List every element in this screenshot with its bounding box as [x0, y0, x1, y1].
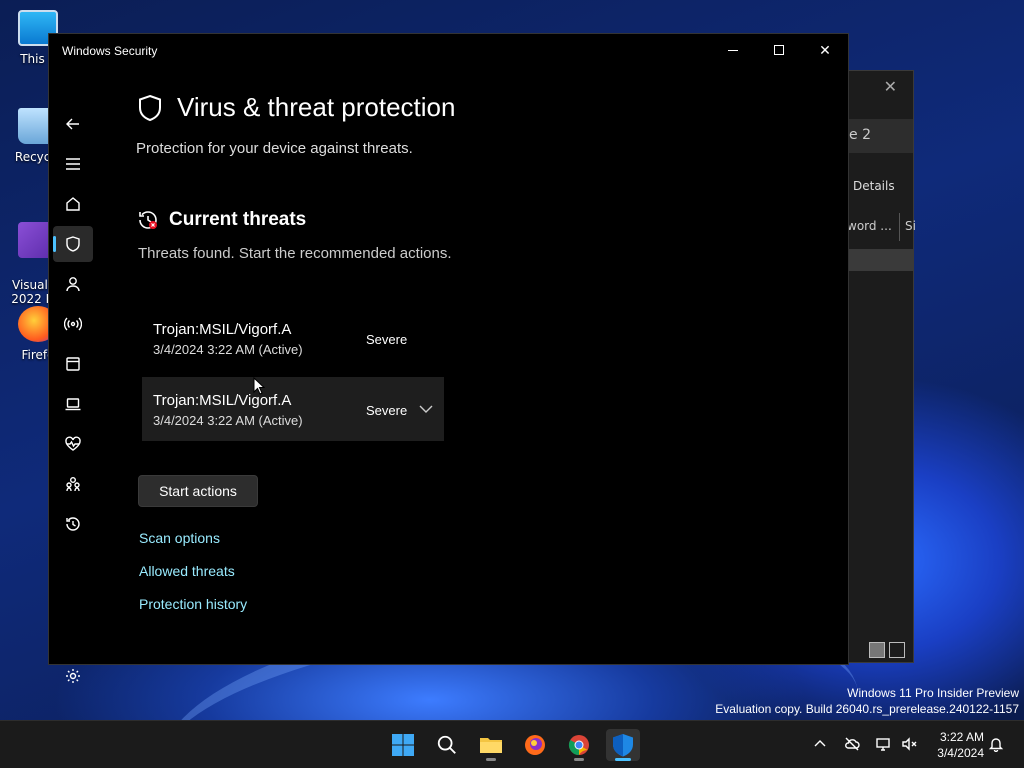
shield-icon [66, 236, 80, 252]
chrome-icon [568, 735, 589, 756]
tray-network[interactable] [874, 735, 892, 753]
back-arrow-icon [66, 118, 79, 130]
antenna-icon [64, 317, 82, 331]
nav-app-browser-control[interactable] [53, 346, 93, 382]
close-icon[interactable]: ✕ [884, 77, 897, 96]
current-threats-header: Current threats [137, 209, 306, 231]
running-indicator [486, 758, 496, 761]
watermark-line: Evaluation copy. Build 26040.rs_prerelea… [715, 702, 1019, 716]
threat-date: 3/4/2024 3:22 AM (Active) [153, 342, 303, 357]
start-button[interactable] [386, 729, 420, 761]
running-indicator [615, 758, 631, 761]
speaker-muted-icon [902, 737, 917, 751]
running-indicator [574, 758, 584, 761]
threat-item[interactable]: Trojan:MSIL/Vigorf.A 3/4/2024 3:22 AM (A… [142, 377, 444, 441]
gear-icon [66, 669, 80, 683]
column-header[interactable]: Si [899, 213, 916, 241]
family-icon [66, 477, 80, 492]
section-description: Threats found. Start the recommended act… [138, 245, 452, 262]
clock-date: 3/4/2024 [937, 746, 984, 760]
tray-onedrive[interactable] [843, 735, 861, 753]
watermark-line: Windows 11 Pro Insider Preview [847, 686, 1019, 700]
nav-menu[interactable] [53, 146, 93, 182]
windows-security-window: Windows Security ✕ Virus & threat protec… [48, 33, 849, 683]
shield-icon [139, 94, 161, 121]
network-icon [876, 738, 890, 751]
clock[interactable]: 3:22 AM 3/4/2024 [937, 729, 984, 761]
taskbar-firefox[interactable] [518, 729, 552, 761]
shield-icon [613, 734, 633, 757]
windows-logo-icon [392, 734, 414, 756]
cloud-offline-icon [845, 737, 860, 751]
main-content: Virus & threat protection Protection for… [136, 34, 848, 664]
details-label[interactable]: Details [853, 179, 895, 193]
allowed-threats-link[interactable]: Allowed threats [139, 563, 235, 579]
view-toggle[interactable] [869, 642, 905, 658]
tray-overflow-button[interactable] [811, 735, 829, 753]
tray-volume[interactable] [900, 735, 918, 753]
history-icon [66, 517, 80, 531]
table-row[interactable] [849, 249, 913, 271]
nav-account-protection[interactable] [53, 266, 93, 302]
protection-history-link[interactable]: Protection history [139, 596, 247, 612]
nav-home[interactable] [53, 186, 93, 222]
nav-device-security[interactable] [53, 386, 93, 422]
start-actions-button[interactable]: Start actions [138, 475, 258, 507]
notifications-button[interactable] [987, 735, 1005, 753]
threat-date: 3/4/2024 3:22 AM (Active) [153, 413, 303, 428]
mouse-cursor-icon [253, 377, 265, 395]
threat-severity: Severe [366, 332, 408, 347]
scan-options-link[interactable]: Scan options [139, 530, 220, 546]
folder-icon [480, 738, 502, 753]
taskbar-chrome[interactable] [562, 729, 596, 761]
hamburger-menu-icon [66, 158, 80, 170]
clock-time: 3:22 AM [939, 730, 984, 744]
heart-pulse-icon [65, 436, 81, 451]
nav-back[interactable] [53, 106, 93, 142]
search-button[interactable] [430, 729, 464, 761]
nav-protection-history[interactable] [53, 506, 93, 542]
taskbar-windows-security[interactable] [606, 729, 640, 761]
page-header: Virus & threat protection [137, 92, 455, 123]
taskbar: 3:22 AM 3/4/2024 [0, 720, 1024, 768]
tiles-view-icon[interactable] [889, 642, 905, 658]
build-watermark: Windows 11 Pro Insider Preview Evaluatio… [715, 685, 1019, 717]
home-icon [66, 197, 80, 211]
column-header[interactable]: word ... [847, 219, 892, 233]
threat-name: Trojan:MSIL/Vigorf.A [153, 321, 292, 338]
person-icon [66, 277, 80, 292]
section-title: Current threats [169, 209, 307, 230]
nav-settings[interactable] [53, 658, 93, 694]
threat-severity: Severe [366, 403, 408, 418]
threat-name: Trojan:MSIL/Vigorf.A [153, 392, 292, 409]
bell-icon [988, 738, 1004, 752]
page-title: Virus & threat protection [177, 92, 456, 122]
taskbar-file-explorer[interactable] [474, 729, 508, 761]
firefox-icon [525, 735, 545, 755]
browser-window-icon [66, 357, 80, 371]
chevron-up-icon [814, 740, 826, 747]
nav-device-health[interactable] [53, 426, 93, 462]
nav-firewall[interactable] [53, 306, 93, 342]
nav-rail [49, 69, 97, 683]
details-view-icon[interactable] [869, 642, 885, 658]
nav-virus-protection[interactable] [53, 226, 93, 262]
search-icon [437, 735, 456, 754]
chevron-down-icon[interactable] [418, 401, 434, 417]
laptop-icon [65, 398, 81, 411]
threat-item[interactable]: Trojan:MSIL/Vigorf.A 3/4/2024 3:22 AM (A… [142, 306, 444, 370]
nav-family-options[interactable] [53, 466, 93, 502]
threat-history-icon [139, 211, 157, 229]
page-subtitle: Protection for your device against threa… [136, 140, 413, 157]
